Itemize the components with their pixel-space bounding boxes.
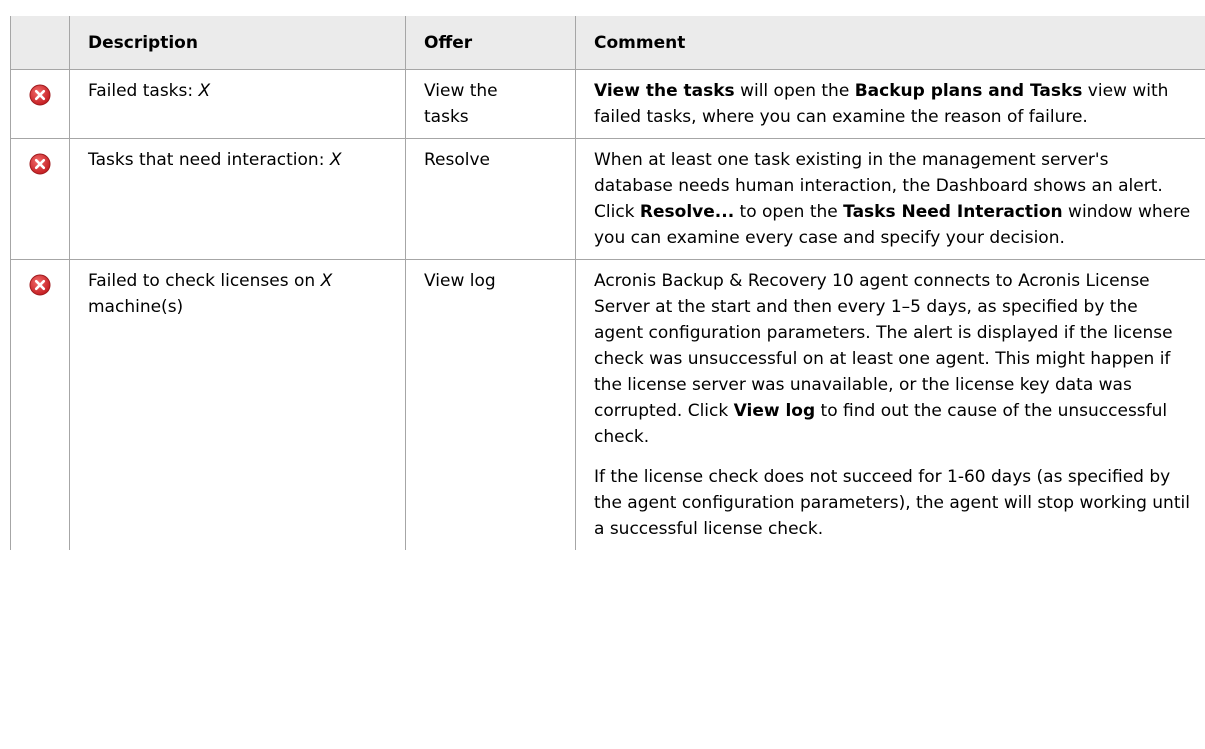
comment-bold: Backup plans and Tasks [854,81,1083,101]
header-row: Description Offer Comment [10,16,1205,70]
comment-cell: When at least one task existing in the m… [575,138,1205,260]
comment-bold: Tasks Need Interaction [843,202,1063,222]
description-variable: X [320,271,333,291]
comment-text: to open the [734,202,844,222]
description-text: Failed tasks: [88,81,199,101]
comment-bold: View log [733,401,816,421]
description-cell: Failed tasks: X [69,69,406,139]
header-comment: Comment [575,16,1205,70]
header-icon-column [10,16,70,70]
comment-paragraph: If the license check does not succeed fo… [594,467,1190,539]
comment-text: Acronis Backup & Recovery 10 agent conne… [594,271,1173,421]
status-icon-cell [10,138,70,260]
description-text: Tasks that need interaction: [88,150,330,170]
offer-text: View log [424,271,496,291]
description-text: machine(s) [88,297,184,317]
error-icon [29,274,51,296]
table-row: Failed tasks: X View the tasks View the … [10,69,1205,139]
offer-text: Resolve [424,150,491,170]
offer-cell: View the tasks [405,69,576,139]
comment-paragraph: Acronis Backup & Recovery 10 agent conne… [594,268,1192,450]
offer-text: View the tasks [424,81,498,127]
comment-cell: Acronis Backup & Recovery 10 agent conne… [575,259,1205,550]
comment-paragraph: View the tasks will open the Backup plan… [594,78,1192,130]
error-icon [29,84,51,106]
comment-bold: Resolve... [639,202,735,222]
header-offer: Offer [405,16,576,70]
description-text: Failed to check licenses on [88,271,321,291]
offer-cell: View log [405,259,576,550]
description-cell: Tasks that need interaction: X [69,138,406,260]
description-cell: Failed to check licenses on X machine(s) [69,259,406,550]
offer-cell: Resolve [405,138,576,260]
comment-text: will open the [734,81,855,101]
description-variable: X [198,81,211,101]
status-icon-cell [10,69,70,139]
table-row: Tasks that need interaction: X Resolve W… [10,138,1205,260]
header-description: Description [69,16,406,70]
comment-cell: View the tasks will open the Backup plan… [575,69,1205,139]
description-variable: X [329,150,342,170]
comment-bold: View the tasks [594,81,735,101]
status-icon-cell [10,259,70,550]
alerts-table: Description Offer Comment Failed tasks: … [10,16,1205,550]
error-icon [29,153,51,175]
comment-paragraph: When at least one task existing in the m… [594,147,1192,251]
table-row: Failed to check licenses on X machine(s)… [10,259,1205,550]
